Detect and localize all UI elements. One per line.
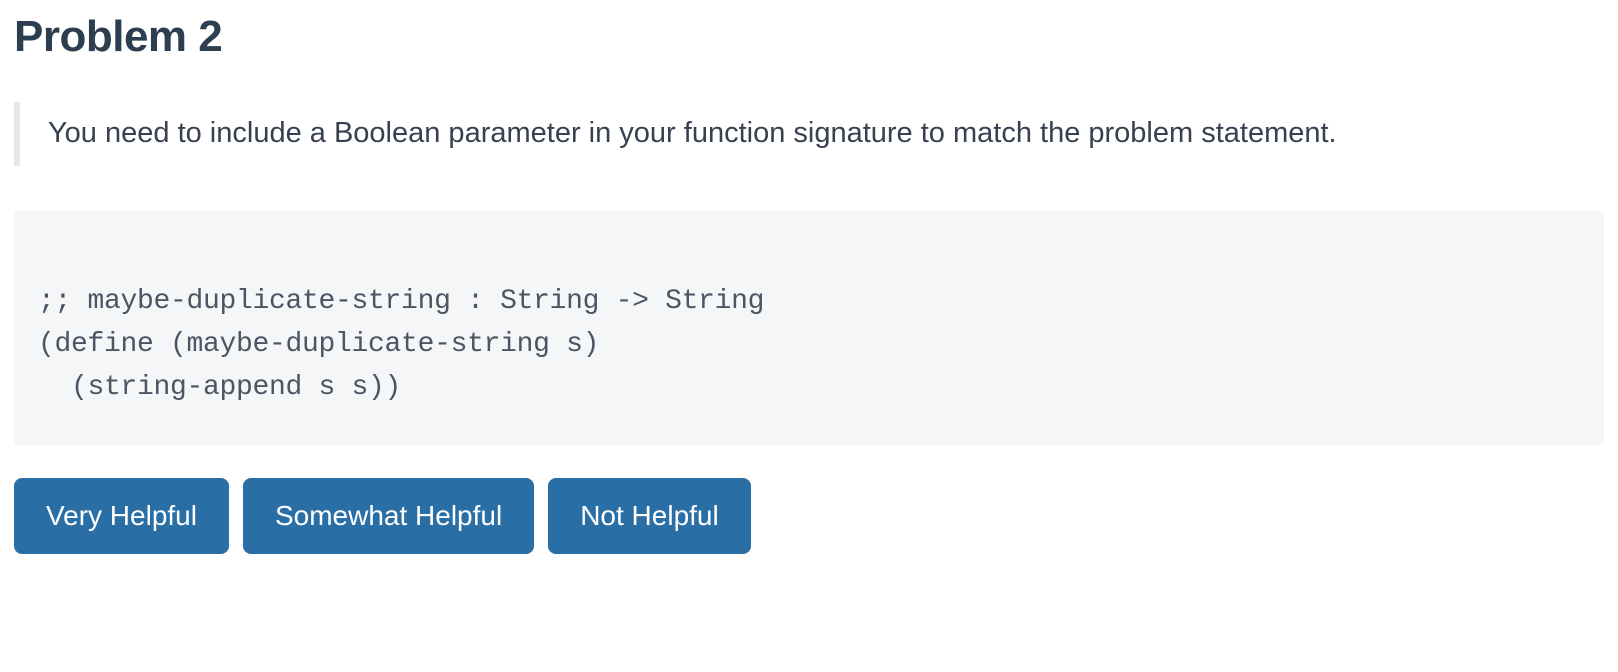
not-helpful-button[interactable]: Not Helpful	[548, 478, 751, 554]
feedback-block: You need to include a Boolean parameter …	[14, 102, 1604, 166]
code-block: ;; maybe-duplicate-string : String -> St…	[14, 210, 1604, 446]
very-helpful-button[interactable]: Very Helpful	[14, 478, 229, 554]
somewhat-helpful-button[interactable]: Somewhat Helpful	[243, 478, 534, 554]
problem-title: Problem 2	[14, 12, 1604, 62]
rating-button-row: Very Helpful Somewhat Helpful Not Helpfu…	[14, 478, 1604, 554]
code-text: ;; maybe-duplicate-string : String -> St…	[38, 280, 1580, 410]
feedback-text: You need to include a Boolean parameter …	[48, 112, 1604, 156]
